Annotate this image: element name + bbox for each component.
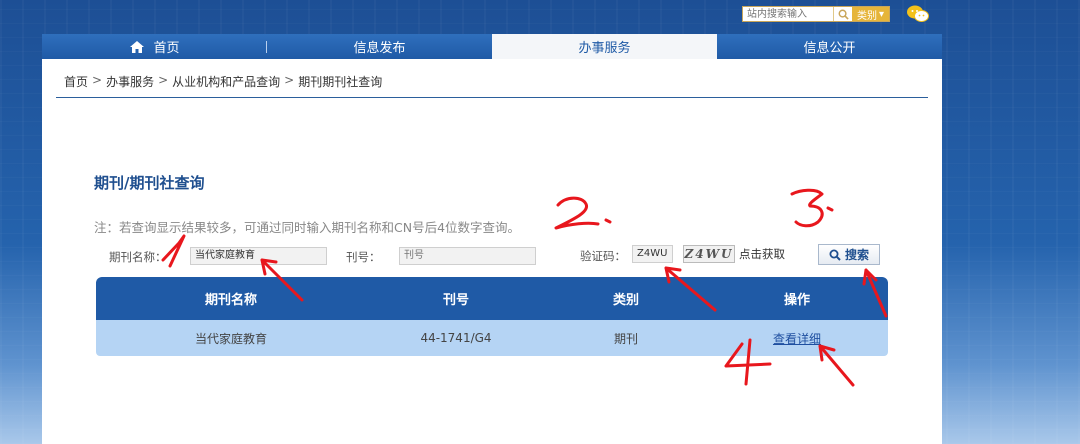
results-table: 期刊名称 刊号 类别 操作 当代家庭教育 44-1741/G4 期刊 查看详细: [96, 277, 888, 356]
column-header-issue: 刊号: [442, 293, 469, 308]
nav-item-services[interactable]: 办事服务: [492, 34, 717, 59]
breadcrumb-institution-query[interactable]: 从业机构和产品查询: [172, 73, 280, 90]
column-header-action: 操作: [783, 293, 810, 308]
column-header-name: 期刊名称: [204, 293, 257, 308]
cell-category: 期刊: [613, 331, 638, 346]
nav-item-label: 首页: [153, 41, 180, 56]
nav-item-label: 信息发布: [353, 41, 406, 56]
page-title: 期刊/期刊社查询: [94, 174, 205, 192]
column-header-category: 类别: [612, 293, 639, 308]
chevron-down-icon: ▾: [878, 8, 885, 20]
search-icon: [838, 9, 849, 20]
nav-item-info-release[interactable]: 信息发布: [267, 34, 492, 59]
wechat-icon[interactable]: [906, 4, 930, 24]
nav-item-label: 信息公开: [803, 41, 856, 56]
breadcrumb-divider: [56, 97, 928, 98]
table-row: 当代家庭教育 44-1741/G4 期刊 查看详细: [96, 320, 888, 356]
nav-item-home[interactable]: 首页: [42, 34, 267, 59]
category-dropdown[interactable]: 类别 ▾: [852, 7, 889, 22]
issue-number-input[interactable]: [399, 247, 536, 265]
journal-name-input[interactable]: [190, 247, 327, 265]
issue-number-label: 刊号：: [346, 250, 381, 264]
search-button-label: 搜索: [844, 248, 869, 262]
main-nav: 首页 信息发布 办事服务 信息公开: [42, 34, 942, 59]
table-header: 期刊名称 刊号 类别 操作: [96, 277, 888, 320]
breadcrumb-services[interactable]: 办事服务: [106, 73, 154, 90]
view-details-link[interactable]: 查看详细: [773, 330, 821, 347]
breadcrumb-separator: >: [92, 73, 103, 87]
breadcrumb: 首页 > 办事服务 > 从业机构和产品查询 > 期刊期刊社查询: [64, 73, 382, 90]
captcha-image[interactable]: Z4WU: [683, 245, 735, 263]
breadcrumb-separator: >: [284, 73, 295, 87]
breadcrumb-separator: >: [158, 73, 169, 87]
breadcrumb-current: 期刊期刊社查询: [298, 75, 383, 89]
breadcrumb-home[interactable]: 首页: [64, 73, 88, 90]
search-button[interactable]: 搜索: [818, 244, 880, 265]
captcha-label: 验证码：: [580, 249, 626, 263]
search-icon: [829, 249, 841, 261]
site-search-input[interactable]: [743, 7, 833, 21]
home-icon: [130, 40, 145, 53]
captcha-refresh-link[interactable]: 点击获取: [739, 246, 785, 262]
nav-item-label: 办事服务: [578, 41, 631, 56]
captcha-input[interactable]: [632, 245, 673, 263]
cell-issue-number: 44-1741/G4: [420, 331, 492, 345]
content-panel: 首页 > 办事服务 > 从业机构和产品查询 > 期刊期刊社查询 期刊/期刊社查询…: [42, 59, 942, 444]
nav-item-info-disclosure[interactable]: 信息公开: [717, 34, 942, 59]
cell-journal-name: 当代家庭教育: [194, 331, 267, 346]
site-search: 类别 ▾: [742, 6, 890, 22]
site-search-button[interactable]: [833, 7, 852, 21]
journal-name-label: 期刊名称：: [109, 250, 167, 264]
category-label: 类别: [856, 10, 877, 22]
query-hint: 注：若查询显示结果较多，可通过同时输入期刊名称和CN号后4位数字查询。: [94, 220, 521, 235]
cell-action: 查看详细: [706, 320, 888, 356]
